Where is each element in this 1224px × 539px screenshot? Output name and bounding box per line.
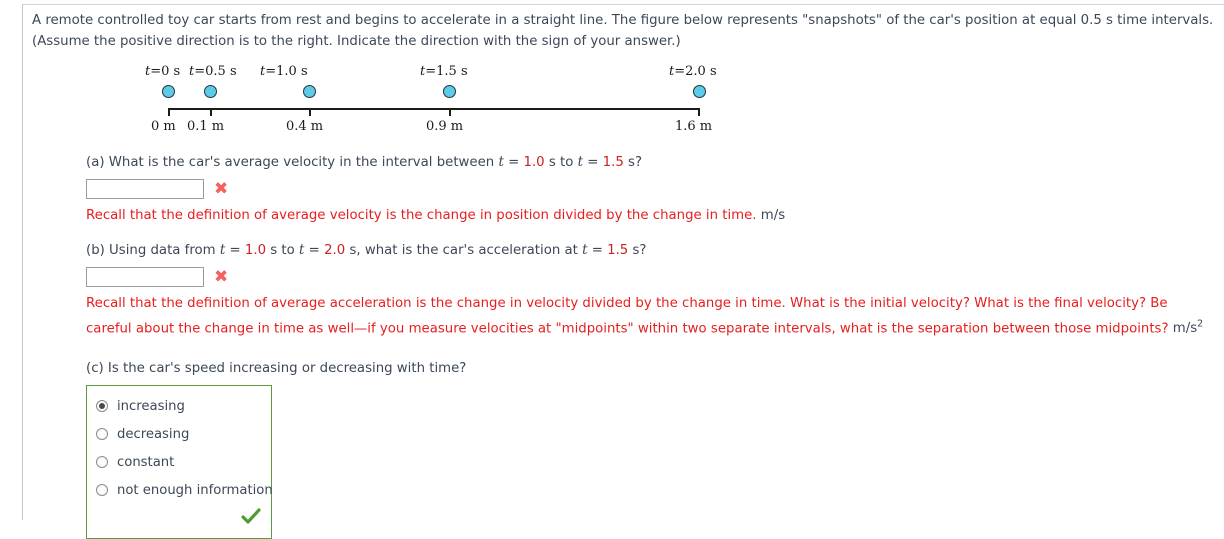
part-c-prompt: (c) Is the car's speed increasing or dec… — [86, 361, 467, 377]
question-part-a: (a) What is the car's average velocity i… — [32, 152, 1217, 226]
position-snapshots-figure: t=0 s t=0.5 s t=1.0 s t=1.5 s t=2.0 s 0 … — [32, 64, 1217, 146]
radio-button-icon[interactable] — [96, 456, 108, 469]
car-snapshot-dot-3 — [443, 85, 456, 98]
part-b-answer-input[interactable] — [86, 267, 204, 287]
equals-2: = — [265, 64, 277, 79]
part-b-t-at: 1.5 — [607, 243, 629, 258]
part-b-feedback-text: Recall that the definition of average ac… — [86, 296, 1169, 337]
incorrect-icon: ✖ — [214, 266, 229, 287]
time-value-3: 1.5 s — [436, 64, 468, 79]
part-a-eq-1: = — [503, 155, 524, 170]
position-axis-line — [168, 108, 700, 110]
axis-tick-1 — [210, 108, 212, 116]
radio-option-not-enough-information[interactable]: not enough information — [87, 476, 273, 504]
part-c-options-group: increasing decreasing constant not enoug… — [86, 385, 273, 539]
part-b-t-end: 2.0 — [324, 243, 346, 258]
part-b-answer-row: ✖ — [86, 266, 1217, 288]
part-a-answer-row: ✖ — [86, 178, 1217, 200]
equals-4: = — [674, 64, 686, 79]
time-value-4: 2.0 s — [685, 64, 717, 79]
part-b-eq-2: = — [304, 243, 325, 258]
figure-time-label-3: t=1.5 s — [420, 64, 468, 79]
part-b-eq-3: = — [587, 243, 608, 258]
part-b-t-start: 1.0 — [244, 243, 267, 258]
part-a-unit: m/s — [760, 208, 786, 223]
radio-option-label: not enough information — [117, 482, 273, 498]
part-b-prompt-prefix: (b) Using data from — [86, 243, 220, 258]
question-part-c: (c) Is the car's speed increasing or dec… — [32, 359, 1217, 539]
figure-distance-label-3: 0.9 m — [426, 119, 464, 134]
figure-time-label-1: t=0.5 s — [189, 64, 237, 79]
part-a-feedback-text: Recall that the definition of average ve… — [86, 208, 757, 223]
question-part-b: (b) Using data from t = 1.0 s to t = 2.0… — [32, 240, 1217, 339]
figure-distance-label-2: 0.4 m — [286, 119, 324, 134]
radio-button-icon[interactable] — [96, 484, 108, 497]
problem-statement-line2: (Assume the positive direction is to the… — [32, 34, 681, 49]
part-b-feedback: Recall that the definition of average ac… — [86, 293, 1217, 339]
part-a-prompt: (a) What is the car's average velocity i… — [86, 152, 1217, 173]
radio-option-label: decreasing — [117, 426, 190, 442]
car-snapshot-dot-1 — [204, 85, 217, 98]
axis-tick-4 — [698, 108, 700, 116]
part-b-unit-exponent: 2 — [1197, 319, 1204, 330]
problem-page: A remote controlled toy car starts from … — [0, 0, 1224, 539]
correct-check-icon — [241, 508, 261, 525]
radio-option-constant[interactable]: constant — [87, 448, 271, 476]
radio-option-increasing[interactable]: increasing — [87, 392, 271, 420]
axis-tick-0 — [168, 108, 170, 116]
part-b-unit: m/s2 — [1172, 319, 1204, 337]
part-a-answer-input[interactable] — [86, 179, 204, 199]
figure-time-label-4: t=2.0 s — [669, 64, 717, 79]
equals-1: = — [194, 64, 206, 79]
part-a-t-end: 1.5 — [602, 155, 624, 170]
part-b-eq-1: = — [225, 243, 245, 258]
incorrect-icon: ✖ — [214, 178, 229, 199]
problem-statement-line1: A remote controlled toy car starts from … — [32, 13, 1214, 28]
time-value-1: 0.5 s — [205, 64, 237, 79]
part-a-mid: s to — [544, 155, 578, 170]
left-divider — [22, 4, 23, 520]
car-snapshot-dot-2 — [303, 85, 316, 98]
axis-tick-2 — [309, 108, 311, 116]
figure-time-label-0: t=0 s — [145, 64, 180, 79]
radio-button-icon[interactable] — [96, 400, 108, 413]
part-a-feedback: Recall that the definition of average ve… — [86, 205, 1217, 226]
car-snapshot-dot-0 — [162, 85, 175, 98]
axis-tick-3 — [449, 108, 451, 116]
part-b-mid: s to — [266, 243, 300, 258]
part-b-unit-base: m/s — [1172, 321, 1198, 337]
figure-distance-label-4: 1.6 m — [675, 119, 713, 134]
part-b-suffix: s? — [628, 243, 647, 258]
top-divider — [22, 4, 1224, 5]
radio-button-icon[interactable] — [96, 428, 108, 441]
equals-3: = — [425, 64, 437, 79]
radio-option-label: constant — [117, 454, 175, 470]
part-c-result-row — [87, 504, 271, 534]
part-a-suffix: s? — [623, 155, 643, 170]
part-a-t-start: 1.0 — [523, 155, 545, 170]
figure-distance-label-1: 0.1 m — [187, 119, 225, 134]
part-b-mid2: s, what is the car's acceleration at — [345, 243, 583, 258]
figure-distance-label-0: 0 m — [151, 119, 176, 134]
figure-time-label-2: t=1.0 s — [260, 64, 308, 79]
part-a-prompt-prefix: (a) What is the car's average velocity i… — [86, 155, 499, 170]
part-a-eq-2: = — [583, 155, 603, 170]
time-value-0: 0 s — [161, 64, 181, 79]
car-snapshot-dot-4 — [693, 85, 706, 98]
radio-option-label: increasing — [117, 398, 185, 414]
radio-option-decreasing[interactable]: decreasing — [87, 420, 271, 448]
problem-content: A remote controlled toy car starts from … — [32, 10, 1217, 539]
time-value-2: 1.0 s — [276, 64, 308, 79]
equals-0: = — [150, 64, 162, 79]
part-b-prompt: (b) Using data from t = 1.0 s to t = 2.0… — [86, 240, 1217, 261]
